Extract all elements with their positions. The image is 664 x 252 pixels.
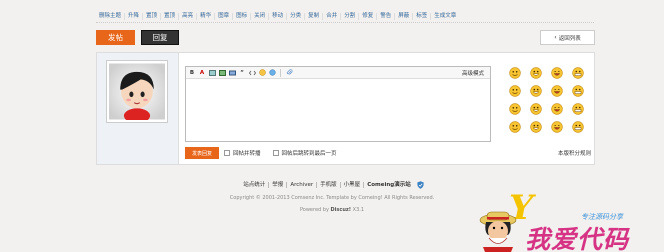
moderation-action[interactable]: 置顶 xyxy=(161,12,180,20)
moderation-action[interactable]: 升降 xyxy=(125,12,144,20)
moderation-action[interactable]: 分割 xyxy=(341,12,360,20)
watermark-text: 我爱代码 xyxy=(525,225,630,252)
attachment-clip-icon[interactable] xyxy=(285,69,293,77)
avatar[interactable] xyxy=(106,60,168,123)
moderation-action[interactable]: 生成文章 xyxy=(431,13,459,20)
smiley-smile-icon[interactable] xyxy=(509,67,521,79)
smiley-grin-icon[interactable] xyxy=(530,67,542,79)
footer-link[interactable]: 举报 xyxy=(269,181,288,188)
smiley-awkward-icon[interactable] xyxy=(551,103,563,115)
footer-link[interactable]: Archiver xyxy=(287,181,318,188)
jump-to-last-page-label: 回帖后跳转到最后一页 xyxy=(281,151,337,157)
moderation-action[interactable]: 移动 xyxy=(269,12,288,20)
submit-reply-button[interactable]: 发表回复 xyxy=(185,147,219,159)
reply-button[interactable]: 回复 xyxy=(141,30,179,45)
powered-label: Powered by xyxy=(299,207,329,213)
footer-link[interactable]: 小黑屋 xyxy=(341,181,365,188)
smiley-surprise-icon[interactable] xyxy=(551,85,563,97)
moderation-action[interactable]: 警告 xyxy=(377,12,396,20)
moderation-action[interactable]: 删除主题 xyxy=(96,12,126,20)
new-post-button[interactable]: 发帖 xyxy=(96,30,135,45)
smiley-grid xyxy=(509,67,589,133)
smiley-tongue-icon[interactable] xyxy=(572,85,584,97)
security-shield-icon[interactable] xyxy=(417,180,424,189)
smiley-shy-icon[interactable] xyxy=(530,85,542,97)
reply-and-share-checkbox[interactable]: 回帖并转播 xyxy=(224,149,261,157)
reply-and-share-label: 回帖并转播 xyxy=(233,151,261,157)
toolbar-divider xyxy=(280,68,281,77)
back-to-list-button[interactable]: ‹ 返回列表 xyxy=(540,30,595,45)
top-strip xyxy=(0,0,664,8)
footer-link[interactable]: 站点统计 xyxy=(240,181,270,188)
moderation-action[interactable]: 修复 xyxy=(359,12,378,20)
smiley-laugh-icon[interactable] xyxy=(551,67,563,79)
moderation-action[interactable]: 图章 xyxy=(215,12,234,20)
smiley-sleep-icon[interactable] xyxy=(530,121,542,133)
submit-row: 发表回复 回帖并转播 回帖后跳转到最后一页 本版积分规则 xyxy=(185,147,591,159)
avatar-image xyxy=(109,63,165,120)
editor-toolbar: B A “ 高级模式 xyxy=(186,67,490,79)
moderation-action[interactable]: 标签 xyxy=(413,12,432,20)
checkbox-box[interactable] xyxy=(224,150,230,156)
moderation-action[interactable]: 合并 xyxy=(323,12,342,20)
smiley-titter-icon[interactable] xyxy=(572,67,584,79)
luffy-mascot-icon xyxy=(479,211,517,252)
code-icon[interactable] xyxy=(248,69,256,77)
smiley-wink-icon[interactable] xyxy=(530,103,542,115)
moderation-action[interactable]: 置顶 xyxy=(143,12,162,20)
moderation-toolbar: 删除主题 升降 置顶 置顶 高亮 精华 图章 图标 关闭 移动 分类 复制 合并 分割 修复 警告 屏蔽 标签 生成… xyxy=(96,10,594,23)
powered-product[interactable]: Discuz! xyxy=(331,207,352,213)
jump-to-last-page-checkbox[interactable]: 回帖后跳转到最后一页 xyxy=(272,149,337,157)
powered-version: X3.1 xyxy=(352,207,365,213)
bold-icon[interactable]: B xyxy=(188,69,196,77)
quote-icon[interactable]: “ xyxy=(238,69,246,77)
user-column xyxy=(97,53,179,164)
reply-editor: B A “ 高级模式 xyxy=(185,66,491,142)
points-rules-link[interactable]: 本版积分规则 xyxy=(558,149,591,157)
at-icon[interactable] xyxy=(268,69,276,77)
smiley-sweat-icon[interactable] xyxy=(509,121,521,133)
footer-link[interactable]: 手机版 xyxy=(317,181,341,188)
link-icon[interactable] xyxy=(228,69,236,77)
moderation-action[interactable]: 高亮 xyxy=(179,12,198,20)
checkbox-box[interactable] xyxy=(272,150,279,156)
smiley-grimace-icon[interactable] xyxy=(572,103,584,115)
smiley-angry-icon[interactable] xyxy=(509,85,521,97)
moderation-action[interactable]: 关闭 xyxy=(251,12,270,20)
site-watermark: Y 专注源码分享 我爱代码 xyxy=(478,183,664,252)
smiley-question-icon[interactable] xyxy=(572,121,584,133)
smiley-cry-icon[interactable] xyxy=(509,103,521,115)
font-color-icon[interactable]: A xyxy=(198,69,206,77)
image-icon[interactable] xyxy=(208,69,216,77)
chevron-left-icon: ‹ xyxy=(554,34,557,41)
moderation-action[interactable]: 图标 xyxy=(233,12,252,20)
reply-textarea[interactable] xyxy=(186,79,490,141)
footer-link[interactable]: Comeing演示站 xyxy=(364,182,414,188)
back-to-list-label: 返回列表 xyxy=(558,35,581,42)
smiley-shocked-icon[interactable] xyxy=(551,121,563,133)
moderation-action[interactable]: 分类 xyxy=(287,12,306,20)
moderation-action[interactable]: 复制 xyxy=(305,12,324,20)
advanced-mode-link[interactable]: 高级模式 xyxy=(462,69,484,77)
attach-icon[interactable] xyxy=(218,69,226,77)
moderation-action[interactable]: 精华 xyxy=(197,12,216,20)
quick-reply-panel: B A “ 高级模式 发表回复 回帖并转播 回帖后跳转到最后一页 本版积分规则 xyxy=(96,52,595,165)
smiley-icon[interactable] xyxy=(258,69,266,77)
moderation-action[interactable]: 屏蔽 xyxy=(395,12,414,20)
